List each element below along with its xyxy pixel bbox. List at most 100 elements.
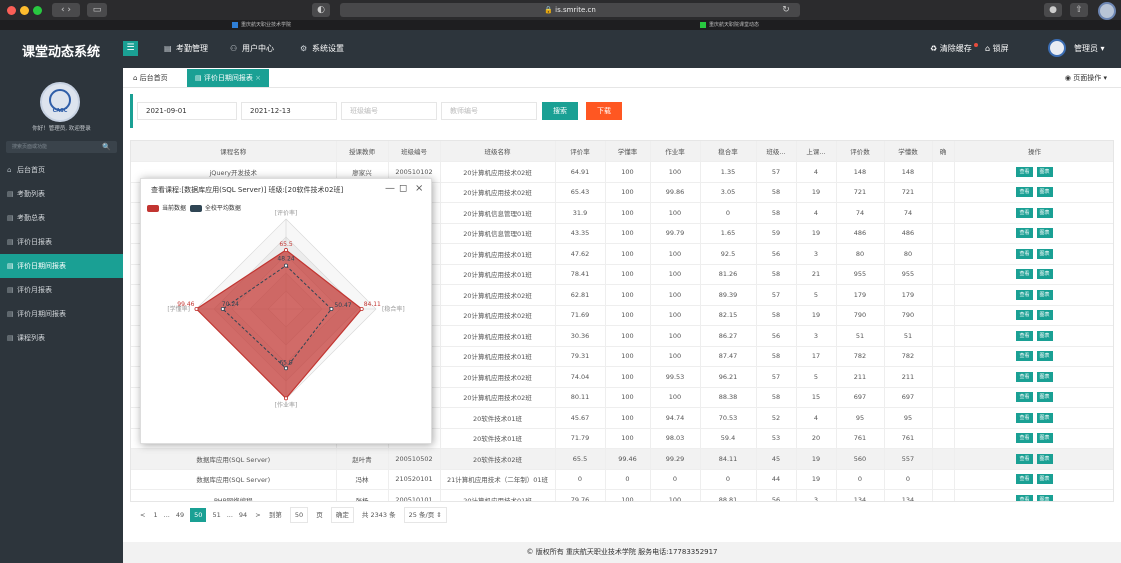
tab-home[interactable]: ⌂ 后台首页 [125,69,176,87]
column-header[interactable]: 课程名称 [131,141,337,162]
view-button[interactable]: 查看 [1016,228,1033,239]
column-header[interactable]: 稳合率 [700,141,757,162]
chart-button[interactable]: 图表 [1036,269,1053,280]
maximize-icon[interactable]: ◻ [399,183,407,194]
table-row[interactable]: PHP网络编程 张杨 200510101 20计算机应用技术01班 79.76 100 10… [131,489,1113,501]
column-header[interactable]: 班级编号 [388,141,441,162]
view-button[interactable]: 查看 [1016,412,1033,423]
column-header[interactable]: 班级名称 [440,141,556,162]
column-header[interactable]: 上课... [796,141,837,162]
page-ops-menu[interactable]: ◉ 页面操作 ▾ [1065,69,1107,87]
shield-icon[interactable]: ◐ [312,3,330,17]
start-date-input[interactable]: 2021-09-01 [137,102,237,120]
view-button[interactable]: 查看 [1016,474,1033,485]
column-header[interactable]: 评价数 [836,141,885,162]
browser-tab-right[interactable]: 重庆航天职院课堂动态 [700,20,759,30]
view-button[interactable]: 查看 [1016,494,1033,501]
sidebar-toggle-icon[interactable]: ▭ [87,3,107,17]
chart-button[interactable]: 图表 [1036,166,1053,177]
prev-page-button[interactable]: < [140,508,145,522]
chart-button[interactable]: 图表 [1036,351,1053,362]
sidebar-item-4[interactable]: ▤ 评价日期间报表 [0,254,123,278]
view-button[interactable]: 查看 [1016,310,1033,321]
close-tab-icon[interactable]: × [255,74,261,82]
close-window-icon[interactable] [7,6,16,15]
minimize-icon[interactable]: — [385,183,395,194]
table-row[interactable]: 数据库应用(SQL Server) 冯林 210520101 21计算机应用技术（二年… [131,469,1113,490]
view-button[interactable]: 查看 [1016,289,1033,300]
next-page-button[interactable]: > [255,508,260,522]
view-button[interactable]: 查看 [1016,351,1033,362]
sidebar-item-7[interactable]: ▤ 课程列表 [0,326,123,350]
chart-button[interactable]: 图表 [1036,412,1053,423]
view-button[interactable]: 查看 [1016,433,1033,444]
chart-button[interactable]: 图表 [1036,494,1053,501]
sidebar-item-2[interactable]: ▤ 考勤总表 [0,206,123,230]
nav-user-center[interactable]: ⚇ 用户中心 [230,43,274,54]
sidebar-item-6[interactable]: ▤ 评价月期间报表 [0,302,123,326]
browser-tab-left[interactable]: 重庆航天职业技术学院 [232,20,291,30]
chart-button[interactable]: 图表 [1036,474,1053,485]
chart-button[interactable]: 图表 [1036,310,1053,321]
column-header[interactable]: 操作 [954,141,1113,162]
chart-button[interactable]: 图表 [1036,228,1053,239]
url-bar[interactable]: 🔒 is.smrite.cn [340,3,800,17]
info-icon[interactable]: ● [1044,3,1062,17]
tab-current[interactable]: ▤ 评价日期间报表 × [187,69,269,87]
page-number-button[interactable]: 49 [176,508,184,522]
lock-screen-button[interactable]: ⌂ 锁屏 [985,43,1009,54]
sidebar-item-3[interactable]: ▤ 评价日报表 [0,230,123,254]
chart-button[interactable]: 图表 [1036,187,1053,198]
page-number-button[interactable]: 94 [239,508,247,522]
admin-avatar[interactable] [1048,39,1066,57]
view-button[interactable]: 查看 [1016,187,1033,198]
sidebar-item-1[interactable]: ▤ 考勤列表 [0,182,123,206]
column-header[interactable]: 学懂数 [884,141,933,162]
column-header[interactable]: 确 [932,141,955,162]
chart-button[interactable]: 图表 [1036,453,1053,464]
sidebar-item-0[interactable]: ⌂ 后台首页 [0,158,123,182]
table-row[interactable]: 数据库应用(SQL Server) 赵叶青 200510502 20软件技术02班 65… [131,448,1113,470]
sidebar-search-input[interactable]: 搜索页面或功能 🔍 [6,141,117,153]
chart-button[interactable]: 图表 [1036,371,1053,382]
column-header[interactable]: 评价率 [555,141,606,162]
search-icon[interactable]: 🔍 [102,141,111,153]
view-button[interactable]: 查看 [1016,207,1033,218]
share-icon[interactable]: ⇧ [1070,3,1088,17]
clear-cache-button[interactable]: ♻ 清除缓存 [930,43,979,54]
view-button[interactable]: 查看 [1016,392,1033,403]
close-icon[interactable]: × [415,183,423,194]
goto-confirm-button[interactable]: 确定 [330,507,354,523]
menu-toggle-icon[interactable]: ☰ [123,41,138,56]
class-id-input[interactable]: 班级编号 [341,102,437,120]
chart-button[interactable]: 图表 [1036,433,1053,444]
page-number-button[interactable]: 50 [190,508,207,522]
view-button[interactable]: 查看 [1016,371,1033,382]
column-header[interactable]: 授课教师 [336,141,389,162]
view-button[interactable]: 查看 [1016,330,1033,341]
view-button[interactable]: 查看 [1016,453,1033,464]
column-header[interactable]: 作业率 [650,141,701,162]
browser-profile-icon[interactable] [1098,2,1116,20]
admin-menu[interactable]: 管理员 ▾ [1074,43,1105,54]
sidebar-item-5[interactable]: ▤ 评价月报表 [0,278,123,302]
nav-attendance[interactable]: ▤ 考勤管理 [164,43,208,54]
per-page-select[interactable]: 25 条/页 ⇕ [403,507,447,523]
page-number-button[interactable]: 51 [212,508,220,522]
column-header[interactable]: 学懂率 [605,141,651,162]
zoom-window-icon[interactable] [33,6,42,15]
chart-button[interactable]: 图表 [1036,248,1053,259]
page-number-button[interactable]: 1 [154,508,158,522]
chart-button[interactable]: 图表 [1036,330,1053,341]
reload-icon[interactable]: ↻ [778,3,794,17]
chart-button[interactable]: 图表 [1036,289,1053,300]
view-button[interactable]: 查看 [1016,248,1033,259]
goto-page-input[interactable]: 50 [289,507,309,523]
chart-button[interactable]: 图表 [1036,392,1053,403]
back-forward-icon[interactable]: ‹ › [52,3,80,17]
end-date-input[interactable]: 2021-12-13 [241,102,337,120]
view-button[interactable]: 查看 [1016,269,1033,280]
download-button[interactable]: 下载 [586,102,622,120]
teacher-id-input[interactable]: 教师编号 [441,102,537,120]
column-header[interactable]: 班级... [756,141,797,162]
